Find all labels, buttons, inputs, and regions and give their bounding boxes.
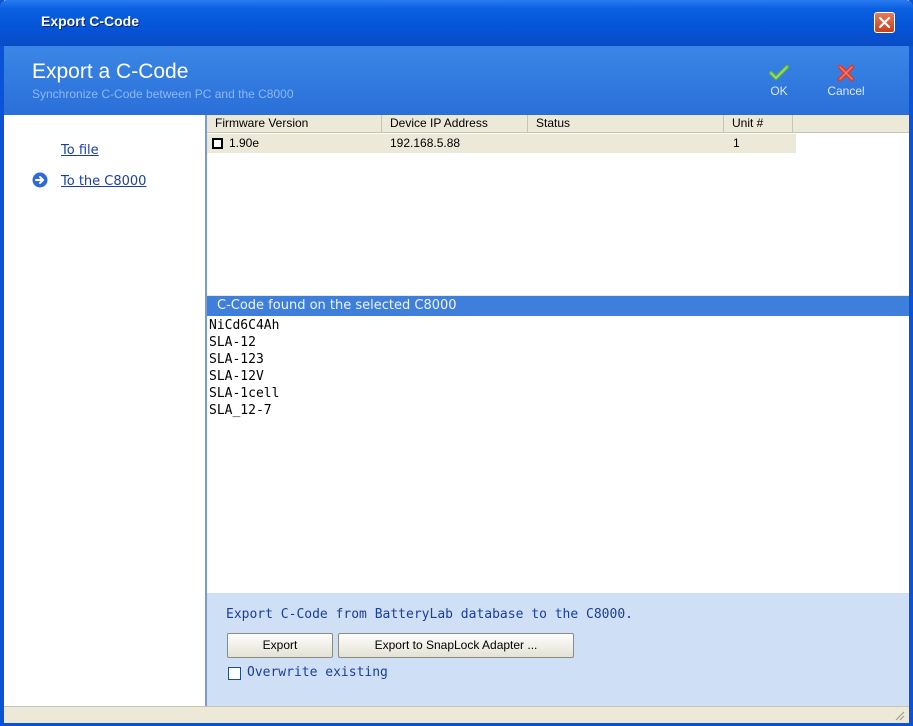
ok-button[interactable]: OK: [753, 64, 805, 104]
device-checkbox[interactable]: [212, 138, 223, 149]
export-panel: Export C-Code from BatteryLab database t…: [207, 593, 909, 706]
device-table: Firmware Version Device IP Address Statu…: [207, 115, 909, 295]
overwrite-label[interactable]: Overwrite existing: [247, 665, 388, 680]
list-item[interactable]: SLA-12V: [209, 369, 264, 384]
cell-firmware: 1.90e: [229, 136, 260, 150]
arrow-right-icon: [32, 172, 48, 188]
cancel-button[interactable]: Cancel: [820, 64, 872, 104]
dialog-header: Export a C-Code Synchronize C-Code betwe…: [4, 46, 909, 115]
ok-label: OK: [770, 84, 788, 98]
table-header: Firmware Version Device IP Address Statu…: [207, 115, 909, 133]
column-header-status[interactable]: Status: [528, 115, 724, 132]
list-item[interactable]: SLA-123: [209, 352, 264, 367]
sidebar-item-to-file[interactable]: To file: [61, 143, 99, 158]
header-title: Export a C-Code: [32, 60, 189, 83]
window-title: Export C-Code: [41, 13, 139, 29]
list-item[interactable]: SLA_12-7: [209, 403, 272, 418]
export-button[interactable]: Export: [227, 633, 333, 658]
export-snaplock-button[interactable]: Export to SnapLock Adapter ...: [338, 633, 574, 658]
cell-unit: 1: [733, 136, 740, 150]
table-row[interactable]: 1.90e 192.168.5.88 1: [207, 134, 796, 153]
cancel-label: Cancel: [827, 84, 865, 98]
list-item[interactable]: SLA-12: [209, 335, 256, 350]
overwrite-checkbox[interactable]: [228, 667, 241, 680]
column-header-unit[interactable]: Unit #: [724, 115, 793, 132]
list-item[interactable]: SLA-1cell: [209, 386, 279, 401]
cancel-x-icon: [837, 64, 855, 82]
column-header-firmware[interactable]: Firmware Version: [207, 115, 382, 132]
close-button[interactable]: [874, 12, 895, 33]
sidebar-item-to-c8000[interactable]: To the C8000: [61, 174, 146, 189]
export-description: Export C-Code from BatteryLab database t…: [226, 607, 633, 622]
close-icon: [878, 16, 891, 29]
sidebar: To file To the C8000: [4, 115, 207, 706]
list-item[interactable]: NiCd6C4Ah: [209, 318, 279, 333]
checkmark-icon: [769, 65, 789, 80]
ccode-list[interactable]: NiCd6C4Ah SLA-12 SLA-123 SLA-12V SLA-1ce…: [207, 316, 909, 593]
cell-ip: 192.168.5.88: [390, 136, 461, 150]
header-subtitle: Synchronize C-Code between PC and the C8…: [32, 87, 294, 101]
ccode-section-header: C-Code found on the selected C8000: [207, 296, 909, 316]
resize-grip-icon[interactable]: [893, 709, 905, 721]
column-header-ip[interactable]: Device IP Address: [382, 115, 528, 132]
status-bar: [4, 706, 909, 723]
title-bar[interactable]: Export C-Code: [0, 0, 913, 46]
